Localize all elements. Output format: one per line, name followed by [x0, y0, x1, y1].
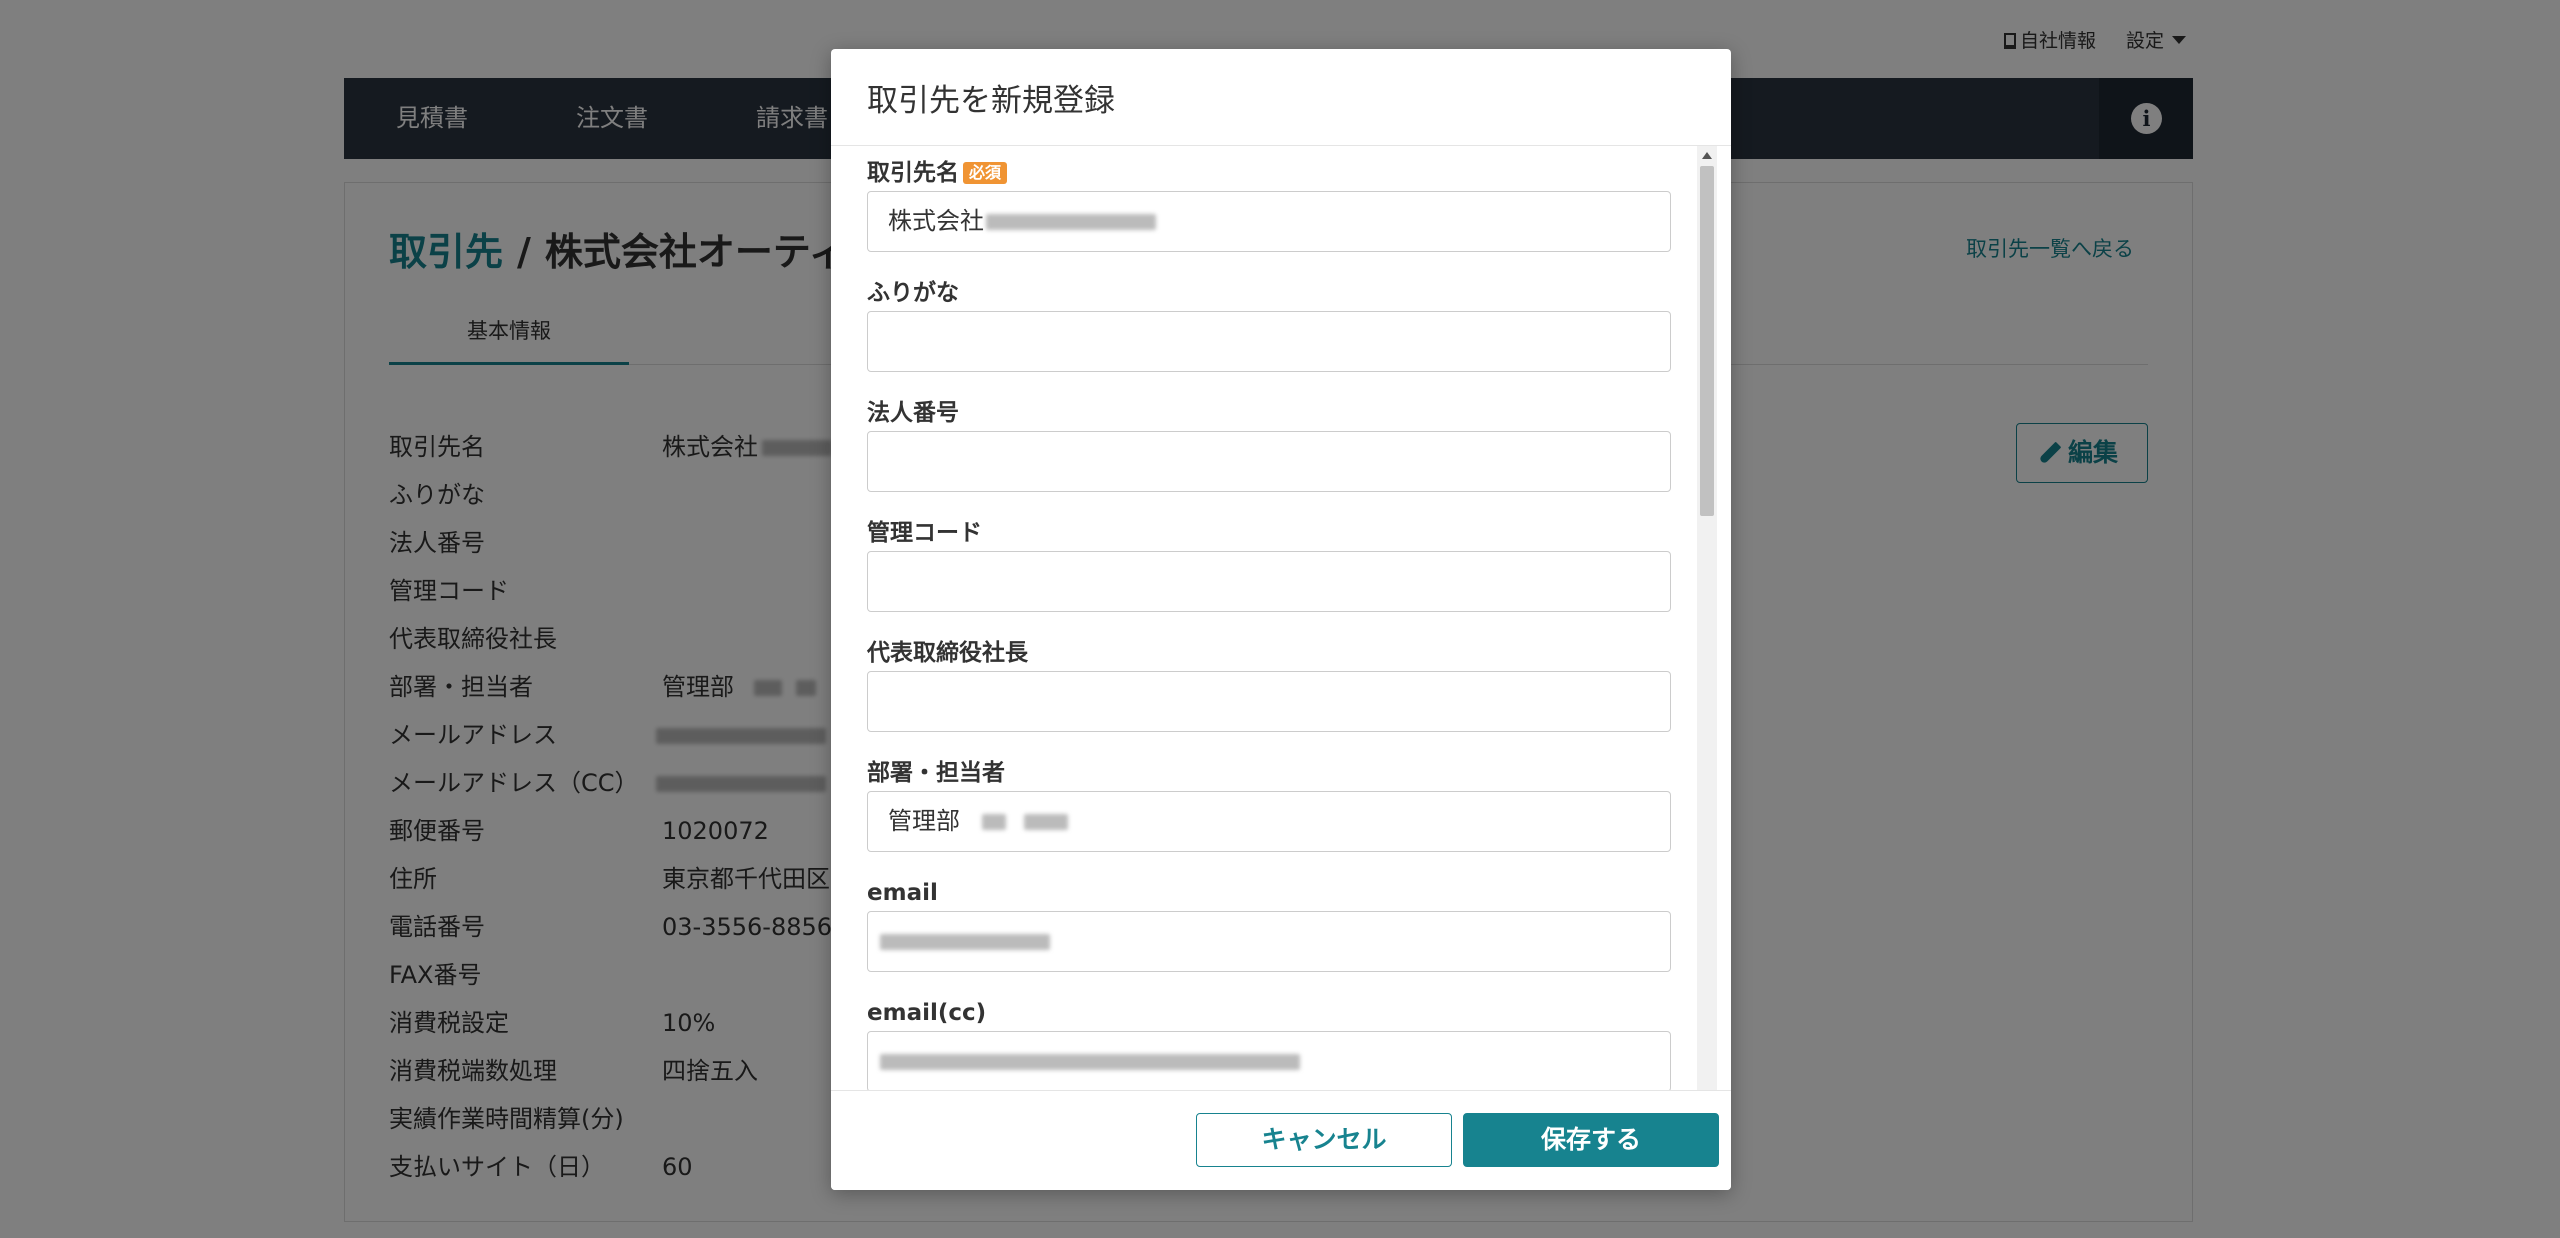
new-client-modal: 取引先を新規登録 取引先名 必須 株式会社 ふりがな 法人番号 管理コード 代表取… [831, 49, 1731, 1190]
field-label: 管理コード [867, 520, 982, 546]
representative-input[interactable] [867, 671, 1671, 732]
field-corporate-number: 法人番号 [867, 398, 1671, 492]
modal-scrollbar[interactable] [1697, 146, 1717, 1140]
field-label: 取引先名 必須 [867, 158, 1671, 188]
scroll-up-icon[interactable] [1702, 152, 1712, 159]
field-client-name: 取引先名 必須 株式会社 [867, 158, 1671, 252]
client-name-input[interactable]: 株式会社 [867, 191, 1671, 252]
modal-header: 取引先を新規登録 [831, 49, 1731, 146]
scroll-thumb[interactable] [1700, 166, 1714, 516]
field-representative: 代表取締役社長 [867, 638, 1671, 732]
field-label: 法人番号 [867, 400, 959, 426]
field-furigana: ふりがな [867, 278, 1671, 372]
cancel-button[interactable]: キャンセル [1196, 1113, 1452, 1167]
modal-title: 取引先を新規登録 [867, 83, 1115, 119]
email-input[interactable] [867, 911, 1671, 972]
field-email: email [867, 878, 1671, 972]
modal-body[interactable]: 取引先名 必須 株式会社 ふりがな 法人番号 管理コード 代表取締役社長 部署・担… [831, 146, 1731, 1140]
required-badge: 必須 [963, 162, 1008, 184]
field-label: email [867, 880, 938, 906]
management-code-input[interactable] [867, 551, 1671, 612]
field-management-code: 管理コード [867, 518, 1671, 612]
modal-footer: キャンセル 保存する [831, 1090, 1731, 1190]
field-label: 部署・担当者 [867, 760, 1005, 786]
save-button[interactable]: 保存する [1463, 1113, 1719, 1167]
field-department-contact: 部署・担当者 管理部 [867, 758, 1671, 852]
field-label: ふりがな [867, 280, 959, 306]
field-label: email(cc) [867, 1000, 987, 1026]
furigana-input[interactable] [867, 311, 1671, 372]
department-contact-input[interactable]: 管理部 [867, 791, 1671, 852]
corporate-number-input[interactable] [867, 431, 1671, 492]
field-label: 代表取締役社長 [867, 640, 1028, 666]
email-cc-input[interactable] [867, 1031, 1671, 1092]
field-email-cc: email(cc) [867, 998, 1671, 1092]
